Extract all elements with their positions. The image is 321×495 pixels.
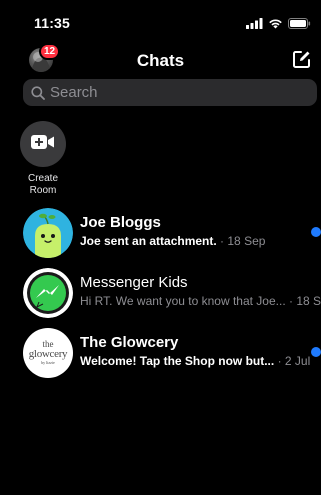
battery-icon <box>288 16 311 34</box>
chat-preview: Welcome! Tap the Shop now but... · 2 Jul <box>80 354 310 368</box>
chat-time: · 18 Sep <box>288 294 321 308</box>
avatar: the glowcery by lizzie <box>23 328 73 378</box>
chat-row-messenger-kids[interactable]: Messenger Kids Hi RT. We want you to kno… <box>0 265 321 323</box>
create-room-label: Create Room <box>27 173 58 196</box>
video-plus-icon <box>31 134 55 155</box>
chat-message: Welcome! Tap the Shop now but... <box>80 354 275 368</box>
chat-time: · 2 Jul <box>274 354 311 368</box>
wifi-icon <box>268 16 283 34</box>
page-title: Chats <box>136 51 185 70</box>
create-room-circle[interactable] <box>20 121 66 167</box>
compose-icon <box>292 51 311 73</box>
unread-dot <box>311 227 321 237</box>
search-bar[interactable] <box>23 79 317 106</box>
chat-row-joe-bloggs[interactable]: Joe Bloggs Joe sent an attachment. · 18 … <box>0 205 321 263</box>
unread-dot <box>311 347 321 357</box>
signal-icon <box>246 16 263 34</box>
status-bar: 11:35 <box>0 0 321 36</box>
logo-line-2: glowcery <box>28 348 68 360</box>
chat-preview: Joe sent an attachment. · 18 Sep <box>80 234 265 248</box>
chat-message: Hi RT. We want you to know that Joe... <box>80 294 286 308</box>
chat-name: Messenger Kids <box>80 274 188 291</box>
search-input[interactable] <box>50 84 300 101</box>
header: 12 Chats <box>0 42 321 78</box>
avatar <box>23 208 73 258</box>
status-icons <box>246 16 311 34</box>
create-room-button[interactable]: Create Room <box>20 121 66 197</box>
compose-button[interactable] <box>292 50 311 74</box>
chat-name: The Glowcery <box>80 334 179 351</box>
search-icon <box>31 85 45 100</box>
chat-name: Joe Bloggs <box>80 214 161 231</box>
chat-row-the-glowcery[interactable]: the glowcery by lizzie The Glowcery Welc… <box>0 325 321 383</box>
chat-message: Joe sent an attachment. <box>80 234 217 248</box>
chat-time: · 18 Sep <box>216 234 266 248</box>
status-time: 11:35 <box>34 15 71 31</box>
logo-line-3: by lizzie <box>41 360 55 365</box>
chat-preview: Hi RT. We want you to know that Joe... ·… <box>80 294 321 308</box>
avatar <box>23 268 73 318</box>
